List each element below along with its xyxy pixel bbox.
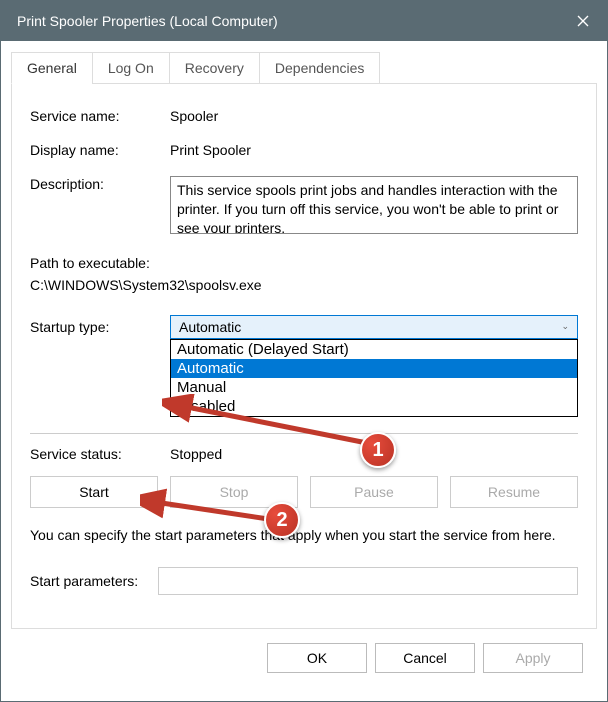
cancel-button[interactable]: Cancel: [375, 643, 475, 673]
tab-general[interactable]: General: [11, 52, 93, 84]
path-value: C:\WINDOWS\System32\spoolsv.exe: [30, 274, 578, 296]
display-name-label: Display name:: [30, 142, 170, 158]
tab-recovery[interactable]: Recovery: [169, 52, 260, 84]
window-title: Print Spooler Properties (Local Computer…: [17, 13, 559, 29]
startup-option-automatic[interactable]: Automatic: [171, 359, 577, 378]
titlebar: Print Spooler Properties (Local Computer…: [1, 1, 607, 41]
start-params-label: Start parameters:: [30, 573, 138, 589]
path-label: Path to executable:: [30, 252, 578, 274]
service-status-label: Service status:: [30, 446, 170, 462]
general-panel: Service name: Spooler Display name: Prin…: [12, 83, 596, 628]
startup-option-delayed[interactable]: Automatic (Delayed Start): [171, 340, 577, 359]
help-text: You can specify the start parameters tha…: [30, 526, 578, 546]
service-name-label: Service name:: [30, 108, 170, 124]
tab-dependencies[interactable]: Dependencies: [259, 52, 381, 84]
tab-panel: Service name: Spooler Display name: Prin…: [11, 83, 597, 629]
pause-button: Pause: [310, 476, 438, 508]
service-name-value: Spooler: [170, 108, 578, 124]
ok-button[interactable]: OK: [267, 643, 367, 673]
startup-option-disabled[interactable]: Disabled: [171, 397, 577, 416]
stop-button: Stop: [170, 476, 298, 508]
dialog-content: General Log On Recovery Dependencies Ser…: [1, 41, 607, 701]
startup-type-dropdown[interactable]: Automatic ⌄ Automatic (Delayed Start) Au…: [170, 315, 578, 339]
close-button[interactable]: [559, 1, 607, 41]
start-button[interactable]: Start: [30, 476, 158, 508]
tab-logon[interactable]: Log On: [92, 52, 170, 84]
description-label: Description:: [30, 176, 170, 192]
display-name-value: Print Spooler: [170, 142, 578, 158]
start-params-input[interactable]: [158, 567, 578, 595]
startup-option-manual[interactable]: Manual: [171, 378, 577, 397]
resume-button: Resume: [450, 476, 578, 508]
service-status-value: Stopped: [170, 446, 222, 462]
chevron-down-icon: ⌄: [561, 321, 569, 332]
dialog-buttons: OK Cancel Apply: [11, 629, 597, 691]
startup-options-list: Automatic (Delayed Start) Automatic Manu…: [170, 339, 578, 417]
properties-dialog: Print Spooler Properties (Local Computer…: [0, 0, 608, 702]
startup-selected: Automatic: [179, 319, 241, 335]
tab-strip: General Log On Recovery Dependencies: [11, 52, 597, 84]
startup-type-label: Startup type:: [30, 319, 170, 335]
apply-button: Apply: [483, 643, 583, 673]
close-icon: [577, 15, 589, 27]
divider: [30, 433, 578, 434]
description-text[interactable]: This service spools print jobs and handl…: [170, 176, 578, 234]
